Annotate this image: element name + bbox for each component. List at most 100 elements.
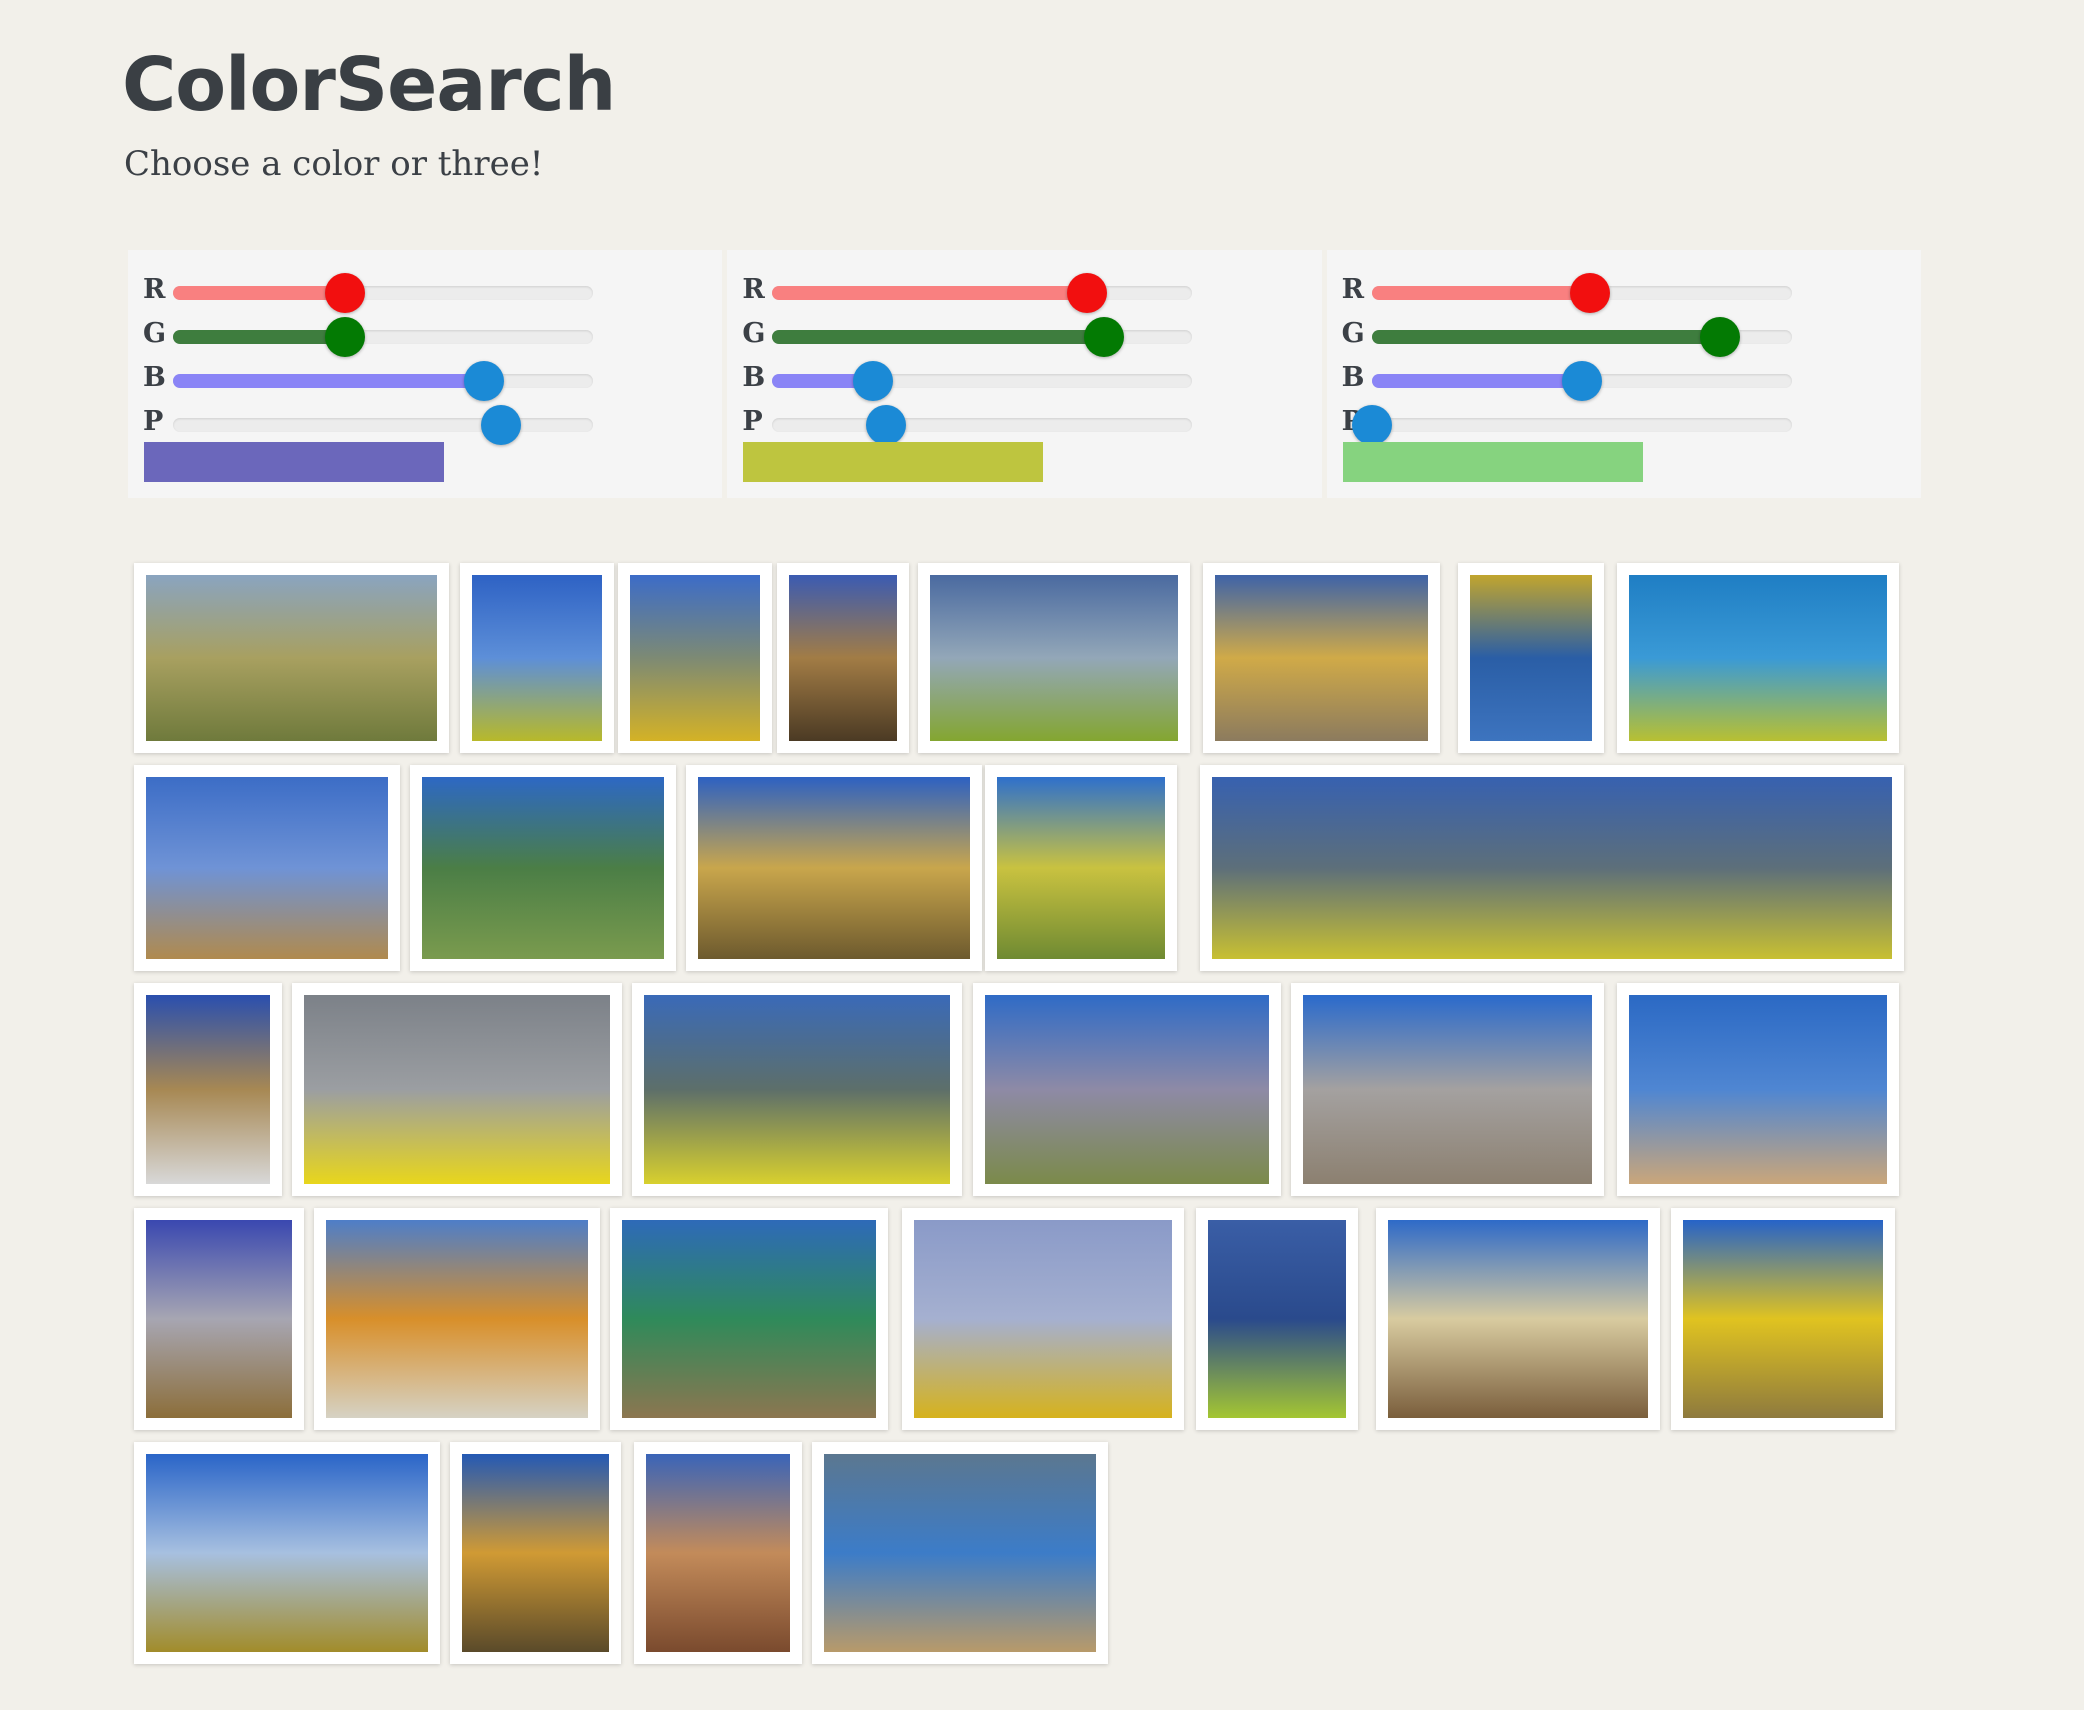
blue-slider[interactable]	[772, 361, 1193, 401]
blue-slider[interactable]	[1371, 361, 1792, 401]
slider-label-b: B	[1341, 362, 1365, 393]
bamboo-leaves-photo	[422, 777, 664, 959]
green-slider[interactable]	[173, 317, 593, 357]
red-slider[interactable]	[173, 273, 593, 313]
slider-label-b: B	[143, 362, 166, 393]
proportion-slider-handle[interactable]	[480, 405, 521, 445]
proportion-slider-handle[interactable]	[1351, 405, 1392, 445]
green-hill-building-photo	[930, 575, 1178, 741]
image-card[interactable]	[985, 765, 1177, 971]
slider-row-p: P	[143, 402, 603, 446]
proportion-slider-handle[interactable]	[865, 405, 906, 445]
shopping-arcade-photo	[146, 1220, 292, 1418]
color-panel-2: R G B P	[727, 250, 1322, 498]
slider-row-r: R	[1342, 270, 1802, 314]
image-card[interactable]	[1203, 563, 1440, 753]
image-card[interactable]	[1291, 983, 1604, 1196]
image-card[interactable]	[812, 1442, 1108, 1664]
green-slider-handle[interactable]	[325, 317, 366, 357]
image-card[interactable]	[292, 983, 622, 1196]
green-slider-handle[interactable]	[1084, 317, 1125, 357]
image-card[interactable]	[632, 983, 962, 1196]
image-card[interactable]	[777, 563, 909, 753]
grassy-hill-cloud-photo	[146, 1454, 428, 1652]
slider-row-g: G	[742, 314, 1202, 358]
proportion-slider[interactable]	[173, 405, 593, 445]
yellow-building-photo	[462, 1454, 609, 1652]
berlin-cathedral-photo	[622, 1220, 876, 1418]
image-card[interactable]	[134, 765, 400, 971]
mountain-landscape-photo	[146, 575, 437, 741]
image-card[interactable]	[410, 765, 676, 971]
image-card[interactable]	[1671, 1208, 1895, 1430]
image-card[interactable]	[450, 1442, 621, 1664]
slider-label-r: R	[1341, 274, 1365, 305]
yellow-church-photo	[1215, 575, 1428, 741]
blue-slider-handle[interactable]	[463, 361, 504, 401]
slider-row-r: R	[742, 270, 1202, 314]
tower-yellow-bush-photo	[630, 575, 760, 741]
image-card[interactable]	[134, 1442, 440, 1664]
image-card[interactable]	[134, 983, 282, 1196]
slider-row-r: R	[143, 270, 603, 314]
image-card[interactable]	[902, 1208, 1184, 1430]
green-slider[interactable]	[772, 317, 1193, 357]
image-card[interactable]	[973, 983, 1281, 1196]
red-slider-handle[interactable]	[1570, 273, 1611, 313]
slider-row-g: G	[1342, 314, 1802, 358]
color-panel-1: R G B P	[128, 250, 723, 498]
image-card[interactable]	[618, 563, 772, 753]
man-sunglasses-photo	[1629, 995, 1887, 1184]
red-slider-handle[interactable]	[1067, 273, 1108, 313]
slider-row-b: B	[143, 358, 603, 402]
blue-slider-handle[interactable]	[1561, 361, 1602, 401]
city-skyscrapers-photo	[1303, 995, 1592, 1184]
color-swatch	[743, 442, 1044, 482]
minaret-tower-photo	[146, 995, 270, 1184]
image-card[interactable]	[1617, 563, 1899, 753]
red-slider[interactable]	[772, 273, 1193, 313]
image-card[interactable]	[1376, 1208, 1660, 1430]
bird-on-stone-photo	[824, 1454, 1096, 1652]
color-panel-3: R G B P	[1326, 250, 1921, 498]
image-card[interactable]	[460, 563, 614, 753]
image-card[interactable]	[686, 765, 982, 971]
red-slider[interactable]	[1371, 273, 1792, 313]
image-card[interactable]	[634, 1442, 802, 1664]
color-picker-panels: R G B P R G B P R G B P	[128, 250, 1921, 498]
app-subtitle: Choose a color or three!	[124, 144, 544, 184]
rapeseed-field-panorama-photo	[1212, 777, 1892, 959]
green-slider-handle[interactable]	[1700, 317, 1741, 357]
mesa-hill-photo	[146, 777, 388, 959]
yellow-boat-models-photo	[914, 1220, 1172, 1418]
color-swatch	[144, 442, 444, 482]
slider-label-p: P	[742, 406, 763, 437]
image-card[interactable]	[918, 563, 1190, 753]
yellow-tree-photo	[997, 777, 1165, 959]
image-card[interactable]	[314, 1208, 600, 1430]
image-card[interactable]	[1458, 563, 1604, 753]
app-title: ColorSearch	[122, 42, 616, 128]
slider-row-b: B	[742, 358, 1202, 402]
image-card[interactable]	[1196, 1208, 1358, 1430]
slider-label-b: B	[742, 362, 766, 393]
blue-slider[interactable]	[173, 361, 593, 401]
color-swatch	[1342, 442, 1643, 482]
image-card[interactable]	[610, 1208, 888, 1430]
green-slider[interactable]	[1371, 317, 1792, 357]
blue-slider-handle[interactable]	[853, 361, 894, 401]
lily-pads-water-photo	[1208, 1220, 1346, 1418]
image-card[interactable]	[134, 563, 449, 753]
slider-label-r: R	[742, 274, 765, 305]
image-card[interactable]	[1200, 765, 1904, 971]
red-slider-handle[interactable]	[325, 273, 366, 313]
beach-danger-sign-photo	[326, 1220, 588, 1418]
yellow-blossom-tree-photo	[1683, 1220, 1883, 1418]
proportion-slider[interactable]	[1351, 405, 1792, 445]
aquarium-fish-photo	[1629, 575, 1887, 741]
river-autumn-photo	[1470, 575, 1592, 741]
proportion-slider[interactable]	[772, 405, 1193, 445]
image-card[interactable]	[1617, 983, 1899, 1196]
yellow-flowers-sky-photo	[472, 575, 602, 741]
image-card[interactable]	[134, 1208, 304, 1430]
